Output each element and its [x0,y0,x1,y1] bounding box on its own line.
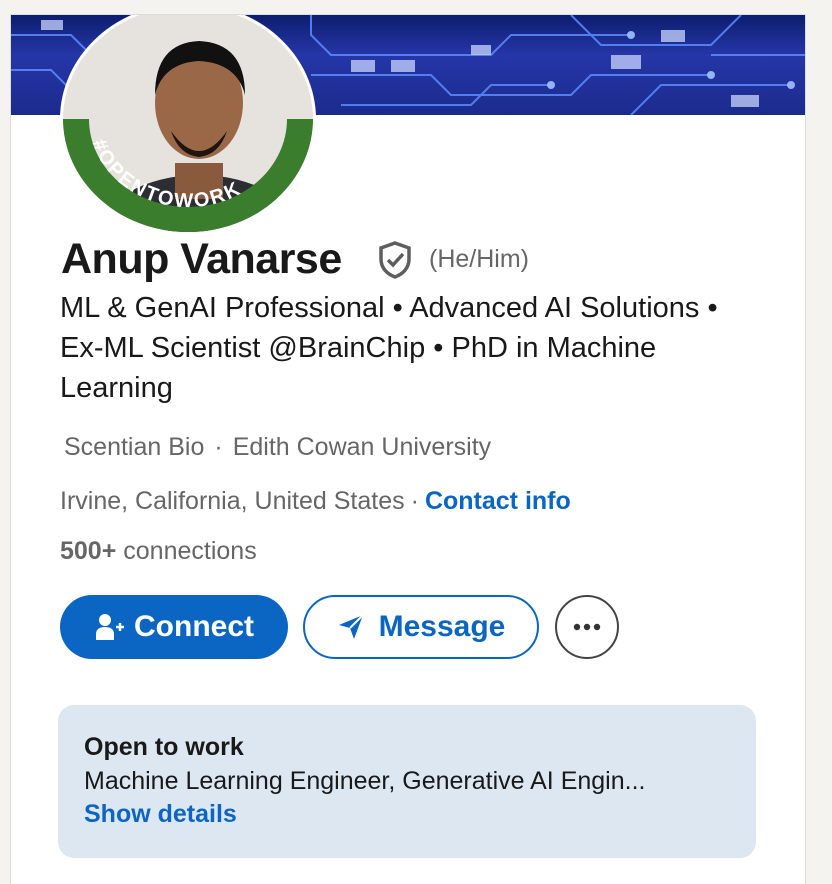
education-link[interactable]: Edith Cowan University [233,433,491,461]
separator-dot: · [214,433,223,461]
connect-label: Connect [134,610,254,643]
profile-headline: ML & GenAI Professional • Advanced AI So… [60,292,718,404]
message-button[interactable]: Message [303,595,539,659]
send-icon [338,614,364,639]
more-actions-button[interactable] [555,595,619,659]
open-to-work-title: Open to work [84,733,244,761]
pronouns: (He/Him) [429,245,529,273]
contact-info-link[interactable]: Contact info [425,487,571,515]
more-horizontal-icon [573,623,601,631]
connect-button[interactable]: Connect [60,595,288,659]
profile-name: Anup Vanarse [61,235,342,283]
profile-photo[interactable]: #OPENTOWORK [59,15,317,235]
location-text: Irvine, California, United States [60,487,405,515]
shield-check-icon[interactable] [377,241,413,279]
profile-card: #OPENTOWORK Anup Vanarse (He/Him) ML & G… [10,14,806,884]
connections-count[interactable]: 500+ connections [60,537,257,566]
company-link[interactable]: Scentian Bio [64,433,204,461]
current-organizations: Scentian Bio · Edith Cowan University [64,433,491,462]
connections-label: connections [123,537,257,565]
location-line: Irvine, California, United States · Contac… [60,487,571,516]
connections-number: 500+ [60,537,117,565]
open-to-work-card: Open to work Machine Learning Engineer, … [58,705,756,858]
separator-dot: · [410,487,419,515]
open-to-work-roles: Machine Learning Engineer, Generative AI… [84,767,646,795]
message-label: Message [378,610,506,643]
add-person-icon [96,614,124,640]
show-details-link[interactable]: Show details [84,800,237,829]
